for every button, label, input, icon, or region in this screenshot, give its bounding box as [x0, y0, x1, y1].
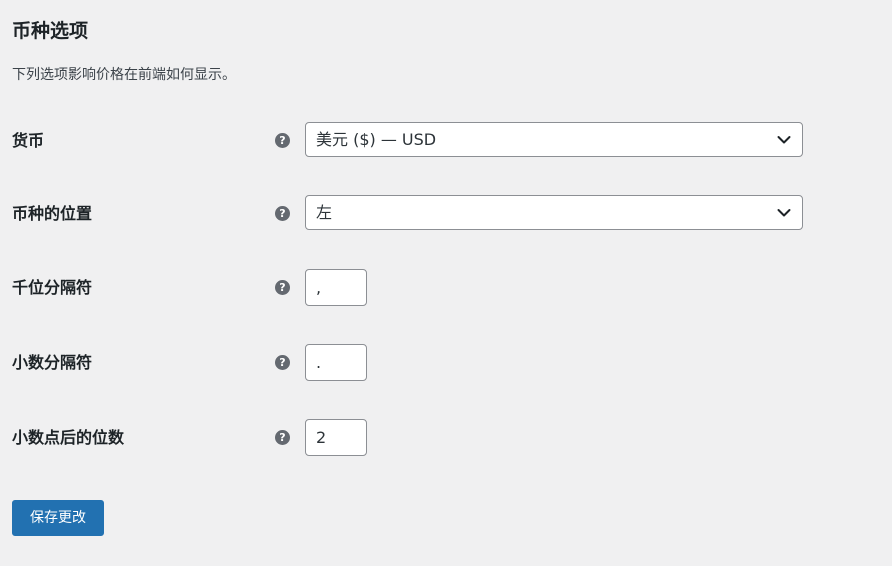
currency-position-label: 币种的位置	[12, 204, 93, 223]
help-icon[interactable]: ?	[275, 133, 290, 148]
help-icon[interactable]: ?	[275, 355, 290, 370]
save-button[interactable]: 保存更改	[12, 500, 104, 536]
num-decimals-input[interactable]	[305, 419, 367, 456]
help-icon[interactable]: ?	[275, 206, 290, 221]
decimal-separator-label: 小数分隔符	[12, 353, 93, 372]
currency-options-page: 币种选项 下列选项影响价格在前端如何显示。 货币 ? 美元 ($) — USD …	[0, 0, 892, 566]
help-icon[interactable]: ?	[275, 430, 290, 445]
num-decimals-row: 小数点后的位数 ?	[0, 418, 892, 458]
num-decimals-label: 小数点后的位数	[12, 428, 125, 447]
chevron-down-icon	[777, 209, 791, 217]
chevron-down-icon	[777, 136, 791, 144]
decimal-separator-input[interactable]	[305, 344, 367, 381]
thousand-separator-input[interactable]	[305, 269, 367, 306]
section-title: 币种选项	[12, 20, 89, 42]
currency-row: 货币 ? 美元 ($) — USD	[0, 121, 892, 161]
section-description: 下列选项影响价格在前端如何显示。	[12, 67, 236, 83]
decimal-separator-row: 小数分隔符 ?	[0, 343, 892, 383]
help-icon[interactable]: ?	[275, 280, 290, 295]
currency-label: 货币	[12, 131, 45, 150]
currency-select[interactable]: 美元 ($) — USD	[305, 122, 803, 157]
thousand-separator-label: 千位分隔符	[12, 278, 93, 297]
currency-select-value: 美元 ($) — USD	[316, 130, 437, 149]
thousand-separator-row: 千位分隔符 ?	[0, 268, 892, 308]
currency-position-row: 币种的位置 ? 左	[0, 194, 892, 234]
currency-position-select[interactable]: 左	[305, 195, 803, 230]
currency-position-select-value: 左	[316, 203, 333, 222]
